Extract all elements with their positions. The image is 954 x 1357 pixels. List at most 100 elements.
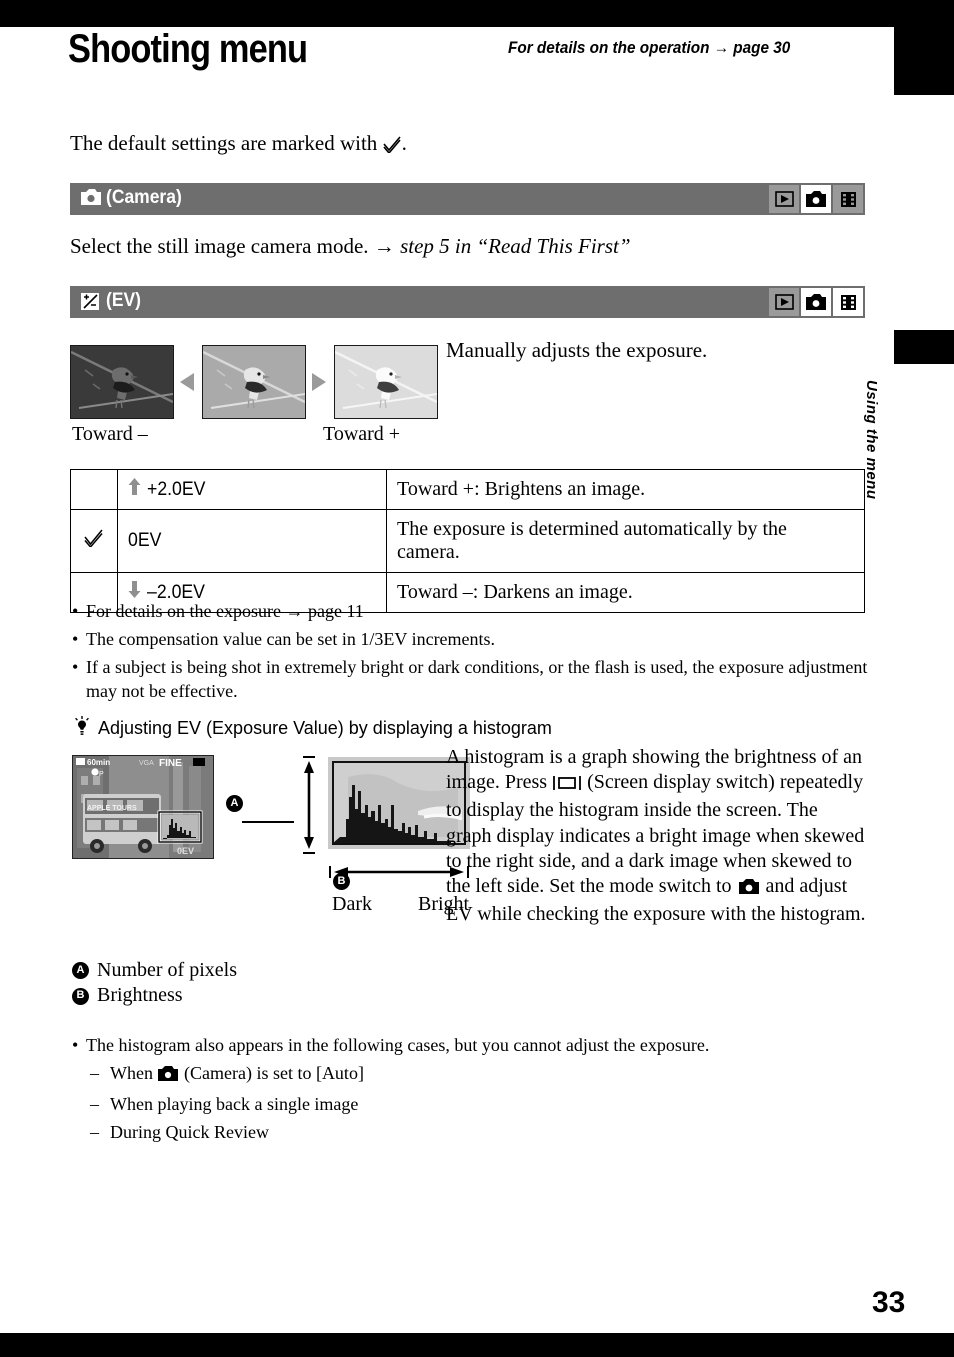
histogram-description: A histogram is a graph showing the brigh… — [446, 745, 866, 927]
camera-body-text: Select the still image camera mode. → — [70, 234, 401, 258]
caption-toward-plus: Toward + — [323, 423, 401, 445]
bullet-icon: • — [72, 628, 79, 649]
camera-icon — [737, 877, 761, 902]
svg-text:0EV: 0EV — [177, 846, 194, 856]
note-text: For details on the exposure → page 11 — [86, 601, 364, 621]
ev-value-label: +2.0EV — [147, 478, 206, 500]
bullet-icon: • — [72, 656, 79, 677]
list-item: • For details on the exposure → page 11 — [72, 600, 872, 624]
camera-body-italic: step 5 in “Read This First” — [400, 234, 631, 258]
notes-list-secondary: • The histogram also appears in the foll… — [72, 1034, 872, 1149]
intro-period: . — [401, 131, 407, 155]
playback-icon[interactable] — [769, 288, 799, 316]
default-check-cell — [70, 509, 118, 573]
svg-text:VGA: VGA — [139, 760, 154, 767]
arrow-up-icon — [128, 478, 141, 501]
list-item: – When (Camera) is set to [Auto] — [72, 1062, 872, 1089]
tip-heading: Adjusting EV (Exposure Value) by display… — [74, 716, 552, 741]
lightbulb-icon — [74, 716, 90, 741]
note-text: When playing back a single image — [110, 1093, 359, 1114]
bottom-black-bar — [0, 1333, 954, 1357]
badge-b: B — [72, 987, 89, 1005]
document-page: Using the menu Shooting menu For details… — [0, 0, 954, 1357]
legend-label: Brightness — [97, 984, 183, 1007]
table-row: 0EV The exposure is determined automatic… — [70, 509, 865, 573]
svg-text:P: P — [99, 771, 104, 778]
screen-display-switch-icon — [552, 773, 582, 798]
movie-icon[interactable] — [833, 288, 863, 316]
table-row: +2.0EV Toward +: Brightens an image. — [70, 469, 865, 510]
badge-b: B — [333, 871, 350, 890]
intro-text: The default settings are marked with . — [70, 131, 407, 159]
badge-a: A — [72, 962, 89, 980]
section-bar-ev: (EV) — [70, 286, 865, 318]
checkmark-icon — [382, 134, 402, 159]
arrow-right-icon — [312, 373, 326, 391]
subnote-pre: When — [110, 1062, 158, 1083]
section-bar-camera: (Camera) — [70, 183, 865, 215]
default-check-cell — [70, 469, 118, 510]
top-black-bar — [0, 0, 954, 27]
list-item: – During Quick Review — [72, 1121, 872, 1145]
legend-item: B Brightness — [72, 983, 237, 1008]
note-text: During Quick Review — [110, 1121, 269, 1142]
arrow-left-icon — [180, 373, 194, 391]
figure-legend: A Number of pixels B Brightness — [72, 958, 237, 1009]
ev-options-table: +2.0EV Toward +: Brightens an image. 0EV… — [70, 469, 865, 613]
section-label-camera: (Camera) — [106, 187, 182, 208]
ev-desc-cell: Toward +: Brightens an image. — [386, 469, 865, 510]
exposure-example-figure: Toward – Toward + — [70, 345, 490, 445]
subnote-post: (Camera) is set to [Auto] — [179, 1062, 364, 1083]
camera-icon — [80, 189, 102, 212]
list-item: • The histogram also appears in the foll… — [72, 1034, 872, 1058]
checkmark-icon — [84, 529, 104, 552]
playback-icon[interactable] — [769, 185, 799, 213]
svg-text:APPLE TOURS: APPLE TOURS — [87, 805, 137, 812]
dash-icon: – — [90, 1093, 99, 1114]
list-item: • The compensation value can be set in 1… — [72, 628, 872, 652]
intro-label: The default settings are marked with — [70, 131, 378, 155]
list-item: • If a subject is being shot in extremel… — [72, 656, 872, 704]
ev-desc-cell: The exposure is determined automatically… — [386, 509, 865, 573]
bird-photo-dark — [70, 345, 174, 419]
dash-icon: – — [90, 1121, 99, 1142]
page-number: 33 — [872, 1286, 906, 1319]
camera-icon — [157, 1065, 179, 1089]
bird-photo-bright — [334, 345, 438, 419]
tip-heading-text: Adjusting EV (Exposure Value) by display… — [98, 718, 552, 738]
page-title: Shooting menu — [68, 27, 308, 71]
bullet-icon: • — [72, 1035, 79, 1055]
note-text: The histogram also appears in the follow… — [86, 1035, 710, 1055]
ev-icon — [80, 292, 100, 316]
legend-item: A Number of pixels — [72, 958, 237, 983]
callout-leader-line — [242, 821, 294, 823]
note-text: When (Camera) is set to [Auto] — [110, 1062, 872, 1089]
ev-value-cell: +2.0EV — [117, 469, 387, 510]
mode-icons-camera — [769, 185, 863, 213]
side-tab-marker — [894, 330, 954, 364]
bullet-icon: • — [72, 601, 79, 621]
ev-value-cell: 0EV — [117, 509, 387, 573]
caption-toward-minus: Toward – — [72, 423, 148, 445]
camera-icon[interactable] — [801, 185, 831, 213]
badge-a: A — [226, 793, 243, 812]
svg-text:60min: 60min — [87, 758, 110, 767]
note-text: The compensation value can be set in 1/3… — [86, 628, 496, 649]
legend-label: Number of pixels — [97, 959, 237, 981]
top-right-black-block — [894, 27, 954, 95]
dash-icon: – — [90, 1062, 99, 1083]
camera-section-body: Select the still image camera mode. → st… — [70, 234, 631, 259]
svg-text:FINE: FINE — [159, 758, 182, 769]
bird-photo-normal — [202, 345, 306, 419]
ev-description: Manually adjusts the exposure. — [446, 338, 708, 362]
section-label-ev: (EV) — [106, 290, 141, 311]
camera-icon[interactable] — [801, 288, 831, 316]
axis-arrow-vertical — [302, 755, 316, 855]
notes-list: • For details on the exposure → page 11 … — [72, 600, 872, 708]
movie-icon[interactable] — [833, 185, 863, 213]
note-text: If a subject is being shot in extremely … — [86, 656, 868, 701]
list-item: – When playing back a single image — [72, 1093, 872, 1117]
mode-icons-ev — [769, 288, 863, 316]
camera-lcd-preview: APPLE TOURS 60min VGA FINE P 0EV — [72, 755, 214, 859]
histogram-figure: APPLE TOURS 60min VGA FINE P 0EV A B Dar… — [70, 753, 470, 923]
